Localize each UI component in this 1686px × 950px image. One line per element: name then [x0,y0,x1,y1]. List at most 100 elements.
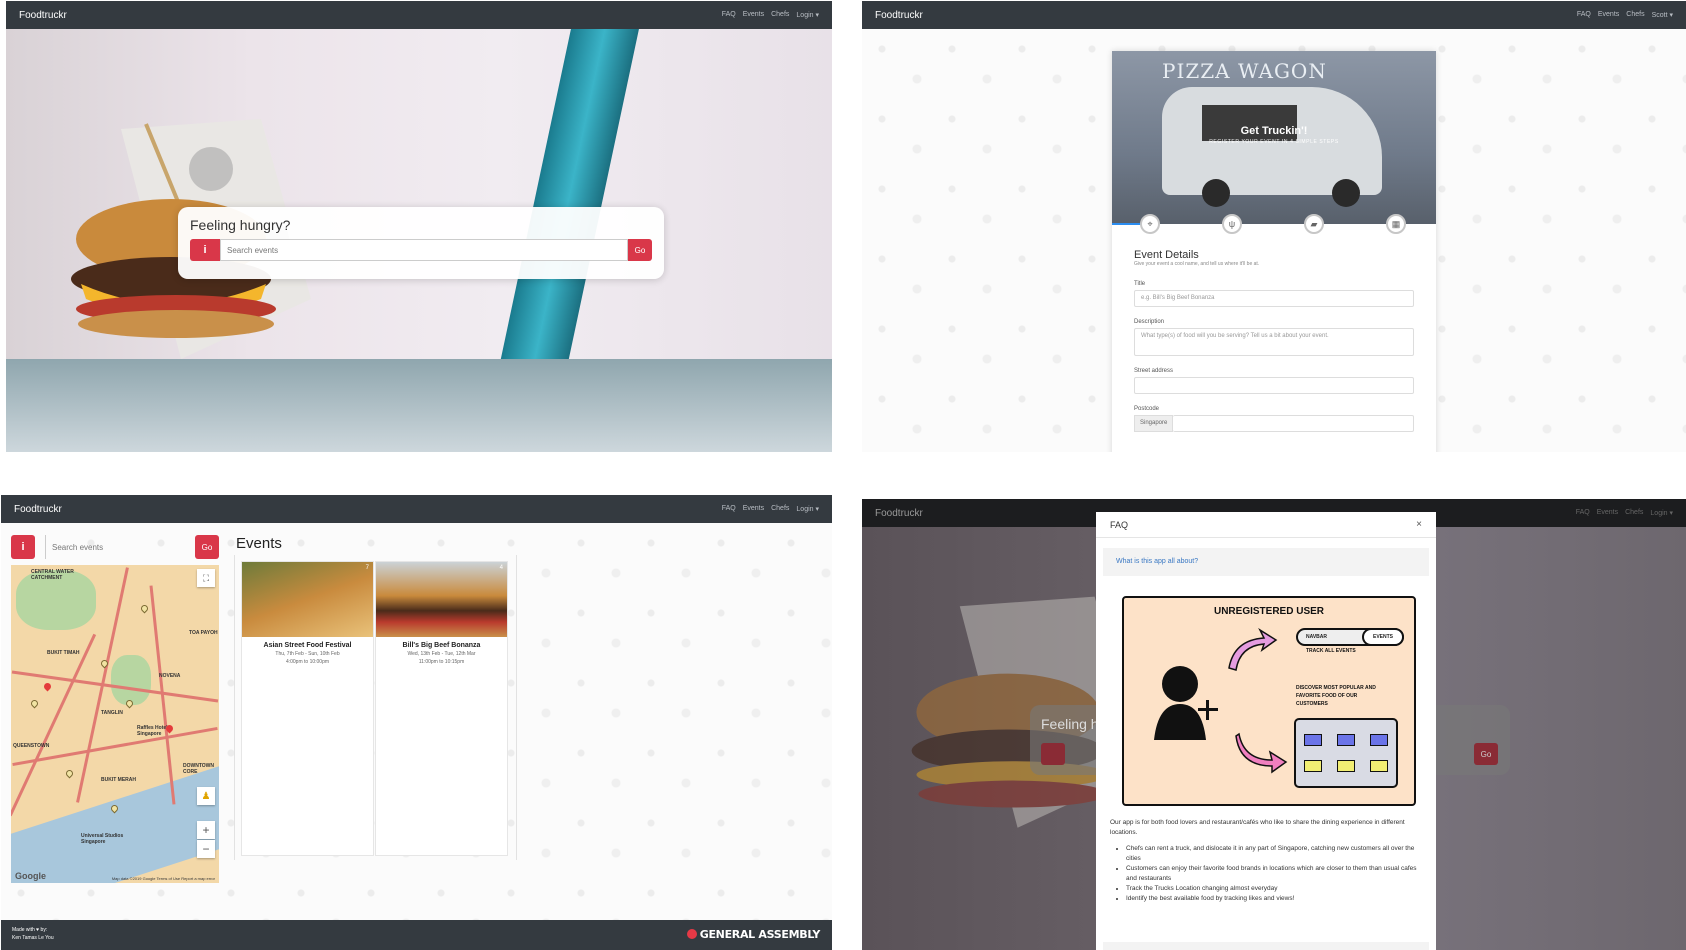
hero-title: Get Truckin'! [1240,125,1308,137]
navbar: Foodtruckr FAQ Events Chefs Login ▾ [1,495,832,523]
brand-link[interactable]: Foodtruckr [14,504,62,515]
title-input[interactable]: e.g. Bill's Big Beef Bonanza [1134,290,1414,307]
illustration-title: UNREGISTERED USER [1213,606,1324,617]
nav-chefs[interactable]: Chefs [771,505,789,513]
brand-link[interactable]: Foodtruckr [875,508,923,519]
event-time: 11:00pm to 10:15pm [418,659,465,665]
event-date: Thu, 7th Feb - Sun, 10th Feb [275,651,340,657]
event-name: Bill's Big Beef Bonanza [402,642,481,649]
search-title: Feeling hungry? [190,217,291,233]
form-heading: Event Details [1134,249,1199,261]
truck-sign: PIZZA WAGON [1162,59,1327,83]
navbar-pill: NAVBAR EVENTS [1296,628,1404,646]
landing-panel: Foodtruckr FAQ Events Chefs Login ▾ Feel… [6,1,832,452]
footer: Made with ♥ by: Ken Tamas Le You GENERAL… [1,920,832,950]
nav-faq[interactable]: FAQ [722,505,736,513]
go-button[interactable]: Go [195,535,219,559]
search-card: Feeling hungry? i Search events Go [178,207,664,279]
event-marker[interactable] [64,768,75,779]
postcode-field: Singapore [1134,415,1414,432]
event-time: 4:00pm to 10:00pm [285,659,330,665]
fullscreen-icon[interactable]: ⛶ [197,569,215,587]
nav-faq[interactable]: FAQ [722,11,736,19]
answer-intro: Our app is for both food lovers and rest… [1110,819,1405,836]
description-textarea[interactable]: What type(s) of food will you be serving… [1134,328,1414,356]
nav-faq[interactable]: FAQ [1577,11,1591,19]
map-label: BUKIT TIMAH [47,650,80,656]
event-date: Wed, 13th Feb - Tue, 12th Mar [407,651,476,657]
views-count: 7 [365,565,369,571]
zoom-in-button[interactable]: + [197,821,215,839]
event-marker[interactable] [29,698,40,709]
event-card[interactable]: 4 Bill's Big Beef Bonanza Wed, 13th Feb … [375,561,508,856]
go-button[interactable]: Go [628,239,652,261]
brand-link[interactable]: Foodtruckr [875,10,923,21]
browser-window-drawing [1294,718,1398,788]
search-input[interactable]: Search events [220,239,628,261]
zoom-out-button[interactable]: − [197,840,215,858]
faq-question-toggle[interactable]: What is this app all about? [1103,548,1429,576]
search-title: Feeling h [1041,716,1099,732]
event-card[interactable]: 7 Asian Street Food Festival Thu, 7th Fe… [241,561,374,856]
nav-login-dropdown[interactable]: Login ▾ [1650,509,1673,517]
faq-modal: FAQ × What is this app all about? UNREGI… [1096,512,1436,950]
tile [1370,760,1388,772]
modal-title: FAQ [1110,519,1129,530]
pill-events-label: EVENTS [1362,628,1404,646]
create-event-panel: Foodtruckr FAQ Events Chefs Scott ▾ PIZZ… [862,1,1686,452]
map-label: DOWNTOWN CORE [183,763,215,775]
nav-events[interactable]: Events [743,11,764,19]
streetview-pegman-icon[interactable]: ♟ [197,787,215,805]
tile [1337,760,1355,772]
truck-icon[interactable]: ▰ [1304,214,1324,234]
nav-events[interactable]: Events [743,505,764,513]
info-button [1041,743,1065,765]
nav-chefs[interactable]: Chefs [1625,509,1643,517]
event-marker[interactable] [42,681,53,692]
nav-faq[interactable]: FAQ [1576,509,1590,517]
map-road [11,633,97,817]
nav-links: FAQ Events Chefs Login ▾ [722,11,819,19]
map-label: BUKIT MERAH [101,777,136,783]
go-button: Go [1474,743,1498,765]
brand-link[interactable]: Foodtruckr [19,10,67,21]
nav-chefs[interactable]: Chefs [771,11,789,19]
nav-login-dropdown[interactable]: Login ▾ [796,505,819,513]
nav-links: FAQ Events Chefs Scott ▾ [1577,11,1673,19]
form-subheading: Give your event a cool name, and tell us… [1134,261,1260,267]
calendar-icon[interactable]: ▦ [1386,214,1406,234]
location-icon[interactable]: ⌖ [1140,214,1160,234]
arrow-icon [1235,732,1288,774]
cutlery-icon[interactable]: ψ [1222,214,1242,234]
list-item: Track the Trucks Location changing almos… [1126,884,1424,894]
nav-chefs[interactable]: Chefs [1626,11,1644,19]
hero-subtitle: REGISTER YOUR EVENT IN 4 SIMPLE STEPS [1209,139,1339,145]
ga-brand-text: GENERAL ASSEMBLY [699,928,821,941]
nav-events[interactable]: Events [1597,509,1618,517]
discover-note: DISCOVER MOST POPULAR AND FAVORITE FOOD … [1296,685,1376,707]
info-button[interactable]: i [11,535,35,559]
map-attribution[interactable]: Map data ©2019 Google Terms of Use Repor… [112,876,215,881]
nav-user-dropdown[interactable]: Scott ▾ [1652,11,1673,19]
street-address-input[interactable] [1134,377,1414,394]
made-with-love-text: Made with ♥ by: [12,927,48,933]
list-item: Customers can enjoy their favorite food … [1126,864,1424,884]
event-marker[interactable] [139,603,150,614]
tile [1304,734,1322,746]
description-label: Description [1134,319,1165,325]
author-links[interactable]: Ken Tamas Le You [12,935,54,941]
postcode-input[interactable] [1173,415,1414,432]
list-item: Identify the best available food by trac… [1126,894,1424,904]
nav-login-dropdown[interactable]: Login ▾ [796,11,819,19]
events-map[interactable]: CENTRAL WATER CATCHMENT BUKIT TIMAH TOA … [11,565,219,883]
close-icon[interactable]: × [1416,519,1422,530]
next-faq-question[interactable] [1103,942,1429,950]
info-button[interactable]: i [190,239,220,261]
search-input[interactable]: Search events [45,535,195,559]
user-silhouette-icon [1154,666,1218,740]
sidebar-search: i Search events Go [11,535,219,559]
nav-events[interactable]: Events [1598,11,1619,19]
events-list: 7 Asian Street Food Festival Thu, 7th Fe… [234,555,517,860]
search-row: i Search events Go [190,239,652,261]
tile [1370,734,1388,746]
